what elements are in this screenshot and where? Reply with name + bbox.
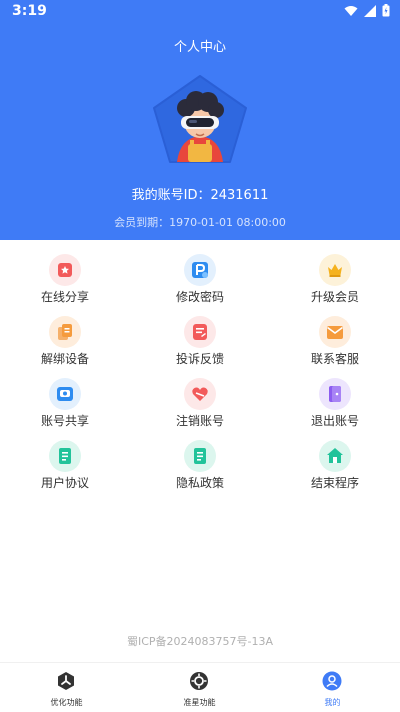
menu-user-agreement[interactable]: 用户协议 xyxy=(0,438,130,496)
menu-label: 用户协议 xyxy=(40,476,89,490)
password-icon xyxy=(184,254,216,286)
menu-label: 退出账号 xyxy=(310,414,359,428)
menu-label: 隐私政策 xyxy=(175,476,224,490)
account-id-value: 2431611 xyxy=(210,188,269,203)
menu-delete-account[interactable]: 注销账号 xyxy=(135,376,265,434)
page-title: 个人中心 xyxy=(173,40,226,55)
unbind-icon xyxy=(49,316,81,348)
nav-label: 我的 xyxy=(324,698,341,707)
menu-complaint-feedback[interactable]: 投诉反馈 xyxy=(135,314,265,372)
menu-label: 升级会员 xyxy=(310,290,359,304)
nav-label: 优化功能 xyxy=(50,698,83,707)
logout-icon xyxy=(319,378,351,410)
mail-icon xyxy=(319,316,351,348)
menu-change-password[interactable]: 修改密码 xyxy=(135,252,265,310)
avatar[interactable] xyxy=(150,74,250,166)
expiry-label: 会员到期： xyxy=(114,216,170,229)
menu-privacy-policy[interactable]: 隐私政策 xyxy=(135,438,265,496)
home-exit-icon xyxy=(319,440,351,472)
nav-mine[interactable]: 我的 xyxy=(266,669,399,711)
status-time: 3:19 xyxy=(12,3,47,19)
crosshair-icon xyxy=(190,672,208,690)
menu-exit-app[interactable]: 结束程序 xyxy=(270,438,400,496)
membership-expiry: 会员到期：1970-01-01 08:00:00 xyxy=(0,214,400,230)
menu-label: 结束程序 xyxy=(310,476,359,490)
nav-optimize[interactable]: 优化功能 xyxy=(0,669,133,711)
menu-label: 账号共享 xyxy=(40,414,89,428)
menu-contact-service[interactable]: 联系客服 xyxy=(270,314,400,372)
icp-record: 蜀ICP备2024083757号-13A xyxy=(126,635,274,648)
nav-crosshair[interactable]: 准星功能 xyxy=(133,669,266,711)
status-icons xyxy=(344,4,390,17)
account-id-label: 我的账号ID： xyxy=(131,188,211,203)
cancel-account-icon xyxy=(184,378,216,410)
status-bar: 3:19 xyxy=(0,0,400,24)
profile-icon xyxy=(322,671,342,691)
menu-logout[interactable]: 退出账号 xyxy=(270,376,400,434)
feedback-icon xyxy=(184,316,216,348)
menu-label: 投诉反馈 xyxy=(175,352,224,366)
expiry-value: 1970-01-01 08:00:00 xyxy=(169,216,286,229)
crown-icon xyxy=(319,254,351,286)
menu-label: 联系客服 xyxy=(310,352,359,366)
menu-account-share[interactable]: 账号共享 xyxy=(0,376,130,434)
menu-online-share[interactable]: 在线分享 xyxy=(0,252,130,310)
menu-label: 注销账号 xyxy=(175,414,224,428)
optimize-icon xyxy=(58,672,74,690)
wifi-icon xyxy=(344,5,358,16)
battery-icon xyxy=(382,4,390,17)
menu-label: 修改密码 xyxy=(175,290,224,304)
menu-upgrade-vip[interactable]: 升级会员 xyxy=(270,252,400,310)
share-icon xyxy=(49,254,81,286)
bottom-nav: 优化功能 准星功能 我的 xyxy=(0,662,400,712)
menu-label: 解绑设备 xyxy=(40,352,89,366)
account-id: 我的账号ID：2431611 xyxy=(0,184,400,203)
agreement-icon xyxy=(49,440,81,472)
menu-label: 在线分享 xyxy=(40,290,89,304)
privacy-icon xyxy=(184,440,216,472)
nav-label: 准星功能 xyxy=(183,698,216,707)
menu-unbind-device[interactable]: 解绑设备 xyxy=(0,314,130,372)
signal-icon xyxy=(364,4,376,17)
profile-header: 3:19 个人中心 我的账号ID：2431611 会员到期：1970-01-01… xyxy=(0,0,400,240)
account-share-icon xyxy=(49,378,81,410)
